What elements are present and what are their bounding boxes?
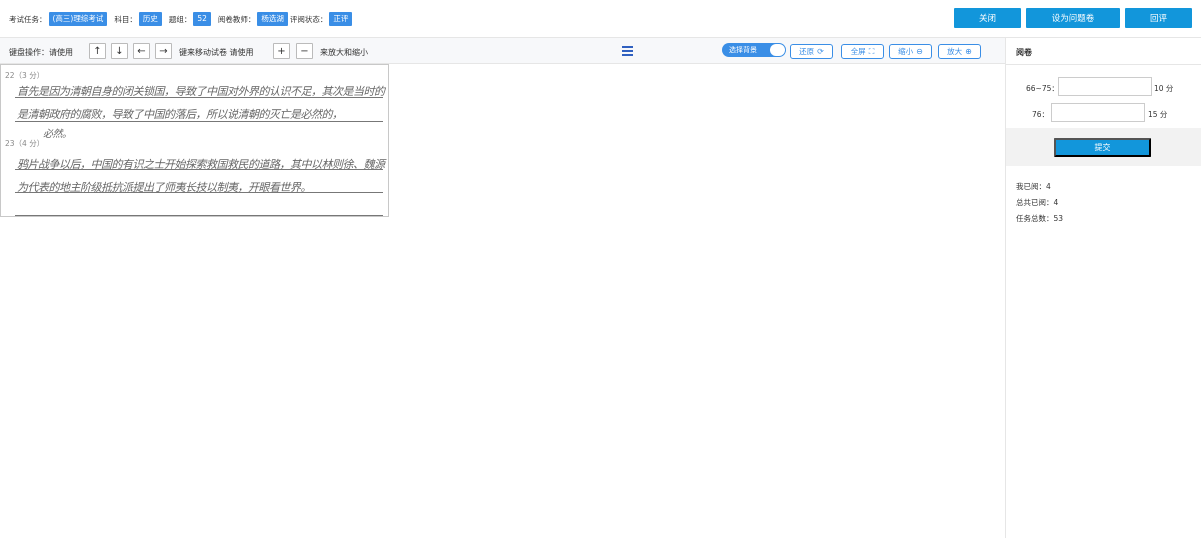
score-input-66-75[interactable] (1058, 77, 1152, 96)
zoom-hint-text: 来放大和缩小 (320, 48, 368, 57)
arrow-up-key[interactable]: ↑ (89, 43, 106, 59)
task-label: 考试任务： (9, 14, 47, 24)
toggle-label: 选择背景 (729, 46, 757, 54)
zoom-out-button[interactable]: 缩小 ⊖ (889, 44, 932, 59)
question-22-label: 22（3 分） (5, 71, 45, 80)
subject-label: 科目： (114, 14, 137, 24)
task-tag: (高三)理综考试 (48, 12, 108, 26)
restore-button[interactable]: 还原 ⟳ (790, 44, 833, 59)
hamburger-menu-icon[interactable] (622, 46, 633, 56)
fullscreen-button[interactable]: 全屏 ⛶ (841, 44, 884, 59)
task-total-count: 任务总数：53 (1016, 214, 1064, 223)
my-reviewed-count: 我已阅：4 (1016, 182, 1051, 191)
refresh-icon: ⟳ (817, 47, 824, 56)
set-problem-paper-button[interactable]: 设为问题卷 (1026, 8, 1120, 28)
panel-separator (1006, 64, 1201, 65)
grading-panel: 阅卷 66~75： 10 分 76： 15 分 提交 我已阅：4 总共已阅：4 … (1006, 38, 1201, 538)
q22-handwriting-line-3: 必然。 (43, 129, 72, 140)
minus-key[interactable]: − (296, 43, 313, 59)
exam-info: 考试任务： (高三)理综考试 科目： 历史 题组： 52 阅卷教师： 杨选湖 评… (9, 12, 359, 26)
score-row-2-unit: 15 分 (1148, 110, 1168, 119)
close-button[interactable]: 关闭 (954, 8, 1021, 28)
status-tag: 正评 (329, 12, 353, 26)
fullscreen-label: 全屏 (850, 47, 866, 56)
status-label: 评阅状态： (289, 14, 328, 24)
zoom-in-label: 放大 (947, 47, 963, 56)
grading-panel-title: 阅卷 (1016, 48, 1032, 57)
zoom-in-button[interactable]: 放大 ⊕ (938, 44, 981, 59)
answer-line (15, 169, 383, 170)
review-back-button[interactable]: 回评 (1125, 8, 1192, 28)
score-input-76[interactable] (1051, 103, 1145, 122)
answer-sheet-image[interactable]: 22（3 分） 首先是因为清朝自身的闭关锁国，导致了中国对外界的认识不足，其次是… (0, 64, 389, 217)
zoom-in-icon: ⊕ (965, 47, 972, 56)
arrow-right-key[interactable]: → (155, 43, 172, 59)
background-toggle[interactable]: 选择背景 (722, 43, 786, 57)
move-hint-text: 键来移动试卷 请使用 (179, 48, 254, 57)
score-row-2-label: 76： (1032, 110, 1050, 119)
zoom-out-label: 缩小 (898, 47, 914, 56)
q22-handwriting-line-2: 是清朝政府的腐败，导致了中国的落后，所以说清朝的灭亡是必然的， (17, 108, 343, 121)
restore-label: 还原 (799, 47, 815, 56)
total-reviewed-count: 总共已阅：4 (1016, 198, 1059, 207)
answer-line (15, 121, 383, 122)
fullscreen-icon: ⛶ (868, 46, 875, 56)
arrow-down-key[interactable]: ↓ (111, 43, 128, 59)
teacher-label: 阅卷教师： (217, 14, 256, 24)
plus-key[interactable]: + (273, 43, 290, 59)
arrow-left-key[interactable]: ← (133, 43, 150, 59)
submit-button[interactable]: 提交 (1054, 138, 1151, 157)
score-row-1-label: 66~75： (1026, 84, 1059, 93)
question-23-label: 23（4 分） (5, 139, 45, 148)
subject-tag: 历史 (138, 12, 162, 26)
paper-toolbar: 键盘操作：请使用 ↑ ↓ ← → 键来移动试卷 请使用 + − 来放大和缩小 选… (0, 38, 1005, 64)
zoom-out-icon: ⊖ (916, 47, 923, 56)
answer-line (15, 215, 383, 216)
answer-line (15, 192, 383, 193)
question-group-label: 题组： (168, 14, 192, 24)
toggle-knob (770, 44, 785, 56)
score-row-1-unit: 10 分 (1154, 84, 1174, 93)
answer-line (15, 97, 383, 98)
keyboard-hint-text: 键盘操作：请使用 (9, 48, 73, 57)
submit-area: 提交 (1006, 128, 1201, 166)
teacher-tag: 杨选湖 (257, 12, 288, 26)
question-group-tag: 52 (193, 12, 211, 26)
top-header-bar: 考试任务： (高三)理综考试 科目： 历史 题组： 52 阅卷教师： 杨选湖 评… (0, 0, 1201, 38)
